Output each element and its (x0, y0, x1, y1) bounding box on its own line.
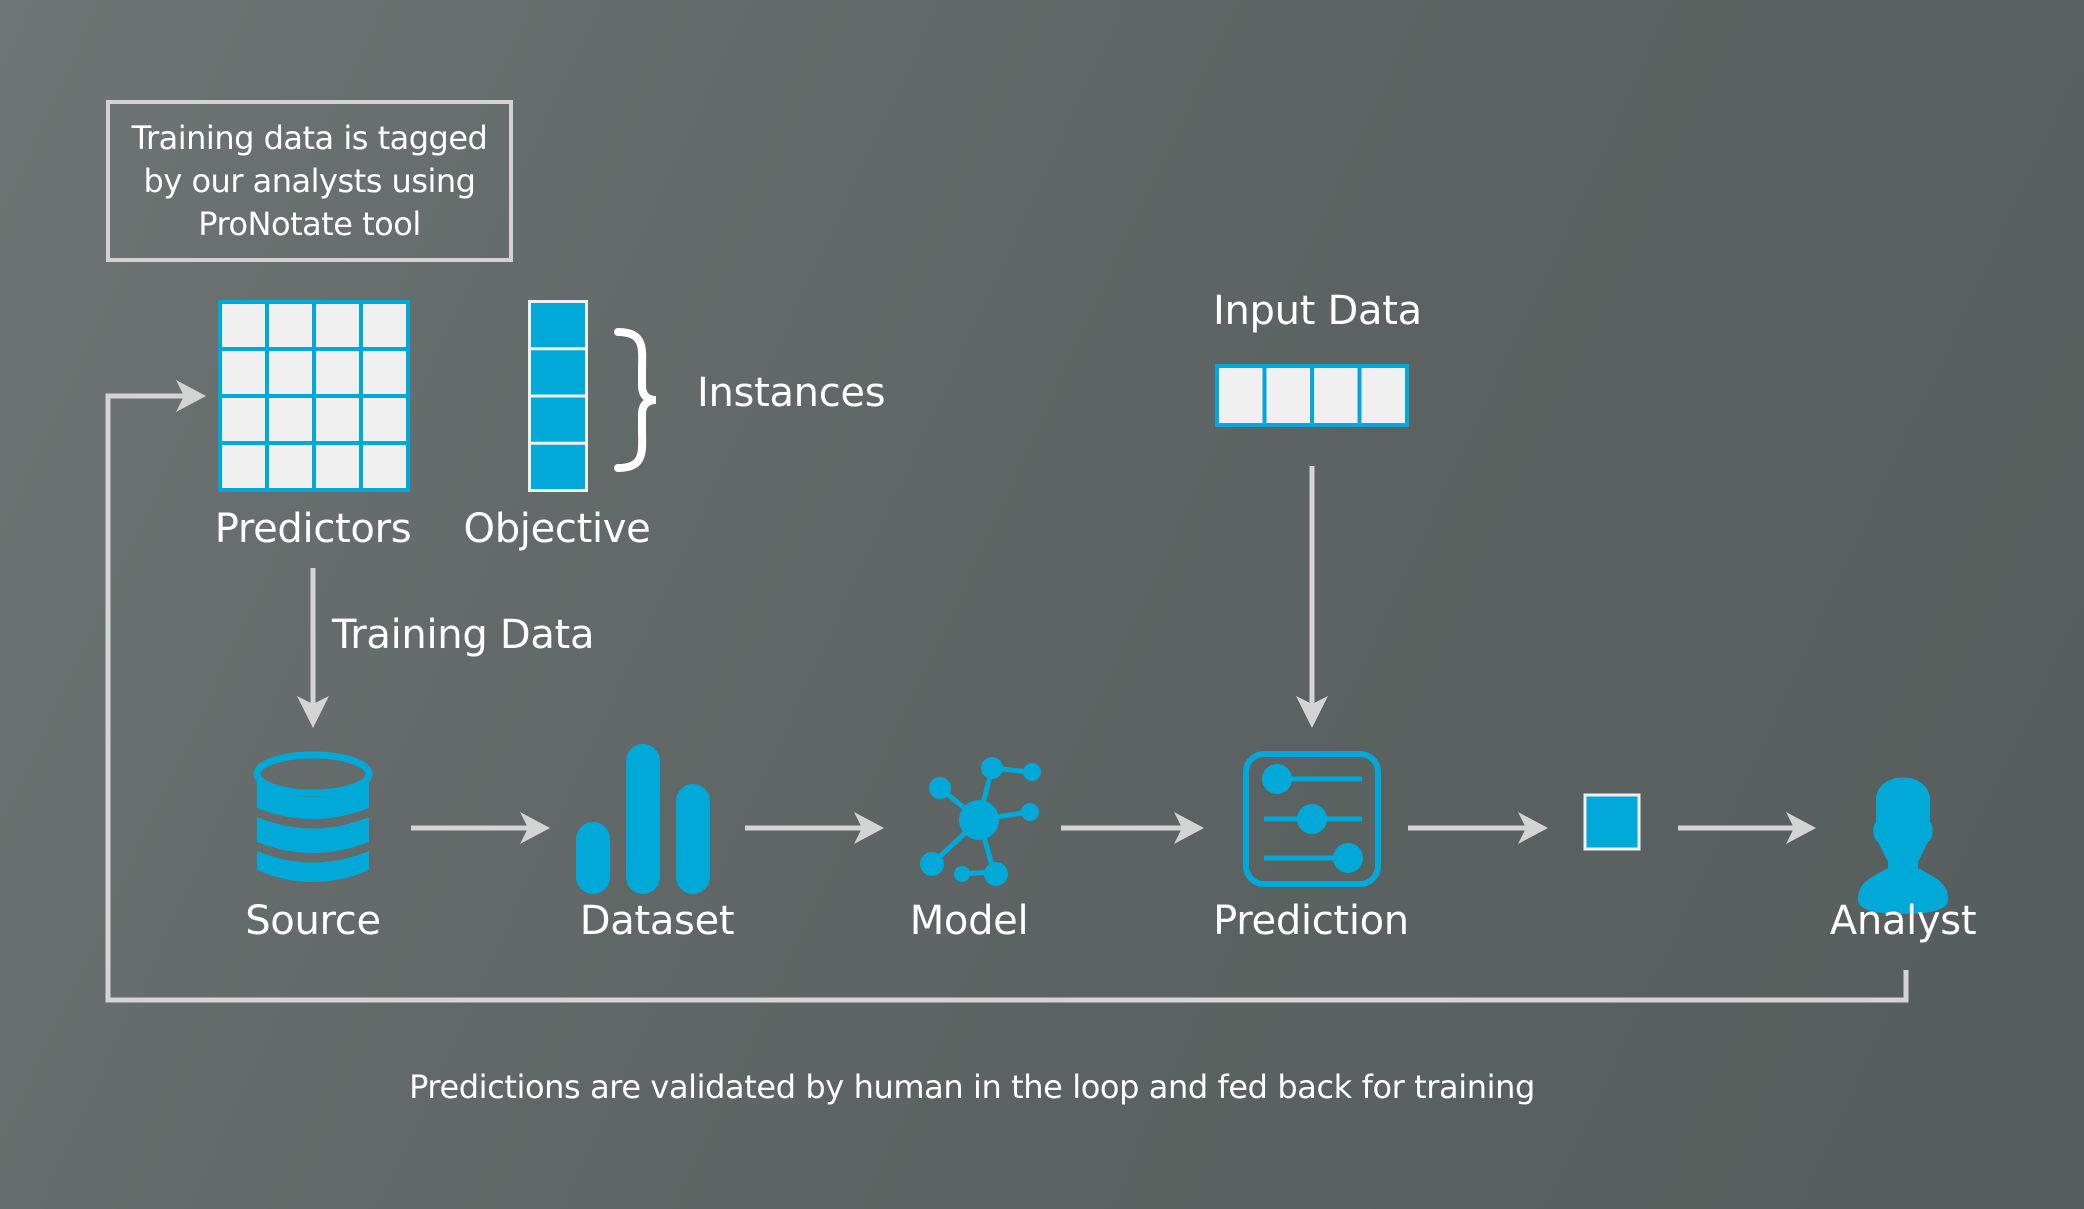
objective-label: Objective (463, 506, 651, 552)
objective-column (528, 300, 588, 492)
model-label: Model (909, 898, 1029, 944)
input-cell (1219, 368, 1263, 423)
note-line: Training data is tagged (131, 118, 488, 157)
analyst-label: Analyst (1829, 898, 1977, 944)
predictor-cell (269, 304, 312, 347)
predictor-cell (316, 304, 359, 347)
predictor-cell (363, 445, 406, 488)
input-data-label: Input Data (1213, 288, 1422, 334)
predictor-cell (222, 445, 265, 488)
input-data-row (1215, 364, 1409, 427)
predictor-cell (316, 351, 359, 394)
training-data-label: Training Data (332, 612, 595, 658)
input-cell (1266, 368, 1310, 423)
output-square-icon (1583, 793, 1641, 851)
predictor-cell (269, 351, 312, 394)
predictors-label: Predictors (214, 506, 412, 552)
database-icon (253, 751, 373, 882)
input-cell (1314, 368, 1358, 423)
predictor-cell (222, 304, 265, 347)
predictor-cell (222, 398, 265, 441)
predictor-cell (363, 304, 406, 347)
source-label: Source (245, 898, 381, 944)
predictor-cell (269, 445, 312, 488)
instances-label: Instances (697, 370, 886, 416)
dataset-label: Dataset (579, 898, 735, 944)
objective-cell (531, 397, 585, 442)
annotation-note-box: Training data is tagged by our analysts … (106, 100, 513, 262)
prediction-label: Prediction (1213, 898, 1409, 944)
predictors-grid (218, 300, 410, 492)
input-cell (1361, 368, 1405, 423)
objective-cell (531, 303, 585, 348)
objective-cell (531, 350, 585, 395)
note-line: by our analysts using (143, 161, 476, 200)
network-icon (920, 757, 1041, 886)
predictor-cell (316, 445, 359, 488)
diagram-canvas: Training data is tagged by our analysts … (0, 0, 2084, 1209)
bar-chart-icon (576, 744, 710, 894)
objective-cell (531, 444, 585, 489)
sliders-icon (1243, 751, 1381, 887)
predictor-cell (316, 398, 359, 441)
predictor-cell (269, 398, 312, 441)
predictor-cell (222, 351, 265, 394)
note-line: ProNotate tool (198, 204, 421, 243)
brace-icon (614, 328, 657, 472)
user-icon (1858, 777, 1948, 914)
feedback-caption: Predictions are validated by human in th… (409, 1068, 1535, 1106)
predictor-cell (363, 398, 406, 441)
predictor-cell (363, 351, 406, 394)
